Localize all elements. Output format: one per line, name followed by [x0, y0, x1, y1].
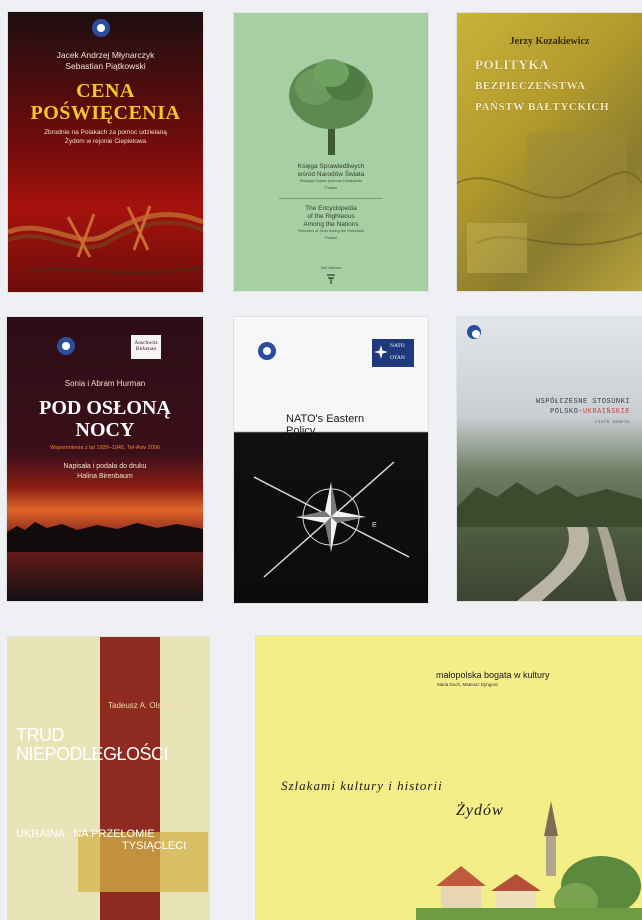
book-authors: Jacek Andrzej Młynarczyk Sebastian Piątk… — [8, 50, 203, 72]
title-line: POŚWIĘCENIA — [30, 102, 181, 124]
book-cover-pod-oslona-nocy[interactable]: Auschwitz Birkenau Sonia i Abram Hurman … — [7, 317, 203, 601]
book-title: POD OSŁONĄ NOCY — [7, 397, 203, 441]
book-note: Napisała i podała do druku Halina Birenb… — [7, 462, 203, 482]
book-author: PIOTR KOSPYK — [595, 421, 630, 425]
author-line: Sebastian Piątkowski — [65, 61, 146, 71]
title-line: Among the Nations — [303, 221, 359, 228]
book-title: NATO's Eastern Policy — [286, 413, 364, 437]
title-line: NATO's Eastern — [286, 413, 365, 425]
book-authors: Maria Duch, Mateusz Dyngosz — [437, 682, 499, 687]
book-cover-cena-poswiecenia[interactable]: Jacek Andrzej Młynarczyk Sebastian Piątk… — [8, 12, 203, 292]
country-label: Poland — [325, 236, 337, 240]
book-author: Tadeusz A. Olszański — [108, 701, 185, 710]
note-line: Halina Birenbaum — [77, 473, 133, 480]
book-title-polish: Księga Sprawiedliwych wśród Narodów Świa… — [234, 163, 428, 191]
subtitle-line: Żydom w rejonie Ciepielowa — [64, 138, 147, 145]
compass-star-icon: E — [253, 461, 410, 578]
book-author: Jerzy Kozakiewicz — [509, 36, 590, 47]
book-title: CENA POŚWIĘCENIA — [8, 80, 203, 124]
book-cover-ksiega-sprawiedliwych[interactable]: Księga Sprawiedliwych wśród Narodów Świa… — [234, 13, 428, 291]
book-title: TRUD NIEPODLEGŁOŚCI — [16, 725, 169, 764]
book-title-english: The Encyclopedia of the Righteous Among … — [234, 205, 428, 241]
publisher-logo-icon — [57, 337, 75, 355]
book-subtitle: Zbrodnie na Polakach za pomoc udzielaną … — [8, 128, 203, 146]
nato-label: NATO — [390, 343, 405, 349]
book-cover-szlakami-kultury[interactable]: małopolska bogata w kultury Maria Duch, … — [256, 636, 642, 920]
map-collage-image — [457, 133, 642, 273]
subtitle-line: Rescuers of Jews during the Holocaust — [298, 229, 364, 233]
title-line: BEZPIECZEŃSTWA — [475, 80, 586, 92]
book-cover-natos-eastern-policy[interactable]: NATO OTAN NATO's Eastern Policy E — [234, 317, 428, 603]
book-cover-wspolczesne-stosunki[interactable]: WSPÓŁCZESNE STOSUNKI POLSKO-UKRAIŃSKIE P… — [457, 317, 642, 601]
auschwitz-birkenau-badge: Auschwitz Birkenau — [131, 335, 161, 359]
title-line: wśród Narodów Świata — [297, 171, 365, 178]
title-line: of the Righteous — [307, 213, 355, 220]
author-line: Jacek Andrzej Młynarczyk — [56, 50, 155, 60]
title-line-highlight: UKRAIŃSKIE — [582, 408, 630, 416]
yad-vashem-logo-icon — [327, 274, 335, 284]
subtitle-word: UKRAINA — [16, 828, 65, 840]
book-title: WSPÓŁCZESNE STOSUNKI POLSKO-UKRAIŃSKIE — [536, 397, 630, 417]
book-subtitle: UKRAINA NA PRZEŁOMIE TYSIĄCLECI — [16, 828, 186, 852]
country-label: Polska — [325, 186, 337, 190]
title-line: CENA — [76, 80, 135, 102]
subtitle-line: Zbrodnie na Polakach za pomoc udzielaną — [44, 129, 167, 136]
book-cover-trud-niepodleglosci[interactable]: Tadeusz A. Olszański TRUD NIEPODLEGŁOŚCI… — [8, 637, 209, 920]
book-authors: Sonia i Abram Hurman — [64, 379, 146, 388]
series-title: małopolska bogata w kultury — [436, 670, 550, 680]
publisher-logo-icon — [92, 19, 110, 37]
compass-e-label: E — [372, 522, 377, 529]
subtitle-line: Ratujący Żydów podczas Holokaustu — [299, 179, 363, 183]
book-cover-polityka-bezpieczenstwa[interactable]: Jerzy Kozakiewicz POLITYKA BEZPIECZEŃSTW… — [457, 13, 642, 291]
publisher-logo-icon — [258, 342, 276, 360]
nato-otan-logo: NATO OTAN — [372, 339, 414, 367]
title-line: Księga Sprawiedliwych — [297, 163, 365, 170]
title-line: POD OSŁONĄ — [39, 397, 171, 419]
title-line: NOCY — [75, 419, 135, 441]
title-line: PAŃSTW BAŁTYCKICH — [475, 101, 610, 113]
treeline-silhouette-image — [7, 522, 203, 552]
country-road-image — [457, 482, 642, 601]
book-subtitle: Wspomnienia z lat 1939–1945, Tel-Aviv 20… — [50, 445, 160, 451]
book-title-line: Szlakami kultury i historii — [281, 778, 443, 793]
otan-label: OTAN — [390, 355, 405, 361]
publisher-label: Yad Vashem — [320, 266, 342, 270]
publisher-logo-icon — [467, 325, 481, 339]
divider — [279, 198, 383, 199]
subtitle-word: TYSIĄCLECI — [122, 840, 187, 852]
title-line: Policy — [286, 425, 316, 437]
town-illustration-image — [416, 801, 642, 920]
title-line: POLSKO- — [550, 408, 583, 416]
tree-icon — [289, 59, 373, 155]
note-line: Napisała i podała do druku — [63, 463, 147, 470]
subtitle-word: NA PRZEŁOMIE — [73, 828, 155, 840]
barbed-wire-image — [8, 205, 203, 275]
title-line: WSPÓŁCZESNE STOSUNKI — [535, 398, 630, 406]
title-line: NIEPODLEGŁOŚCI — [16, 744, 169, 764]
title-line: TRUD — [16, 725, 65, 745]
nato-star-icon — [374, 345, 388, 359]
title-line: POLITYKA — [475, 57, 550, 72]
title-line: The Encyclopedia — [305, 205, 357, 212]
